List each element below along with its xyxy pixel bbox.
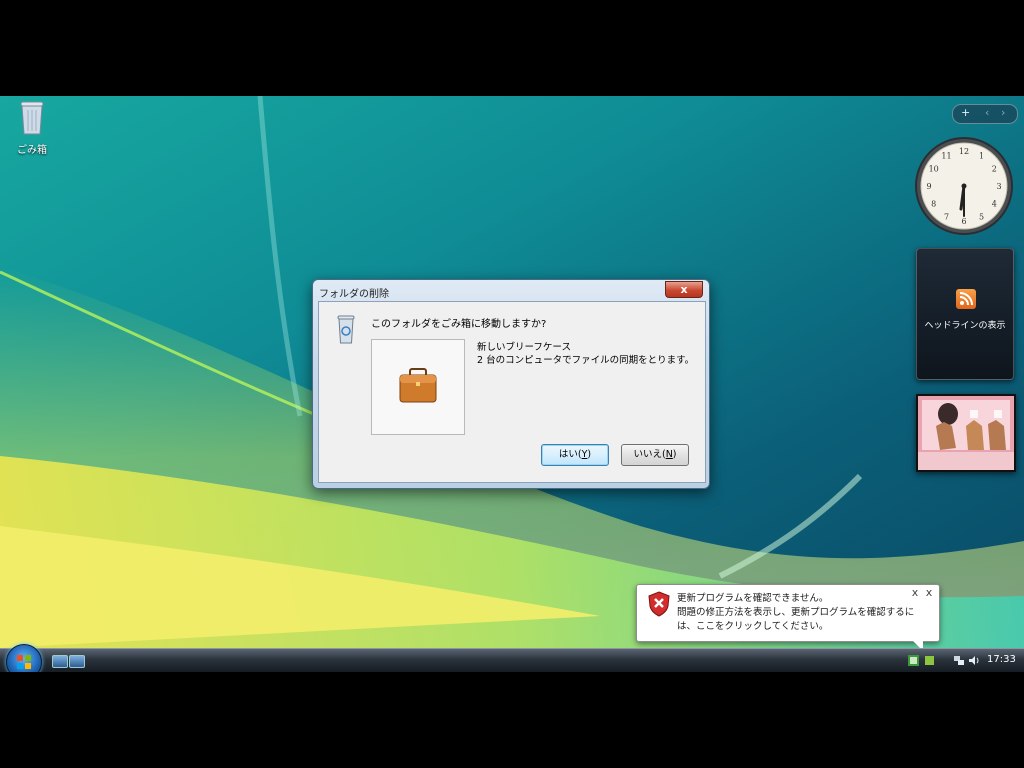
recycle-bin-label: ごみ箱 [17,145,47,156]
slideshow-picture [918,396,1014,470]
windows-logo-icon [17,655,31,669]
feed-gadget-label: ヘッドラインの表示 [924,321,1006,331]
network-icon[interactable] [954,655,965,666]
sidebar-controls: + ‹ › [952,104,1018,124]
briefcase-icon [399,368,437,403]
recycle-bin-icon [337,315,355,344]
notification-close-button[interactable]: x [909,587,921,599]
item-name: 新しいブリーフケース [477,342,571,353]
yes-button[interactable]: はい(Y) [541,444,609,466]
dialog-question: このフォルダをごみ箱に移動しますか? [371,319,547,330]
no-button[interactable]: いいえ(N) [621,444,689,466]
yes-button-label: はい( [558,449,582,460]
clock-numeral: 1 [979,152,984,161]
shield-error-icon [648,591,670,617]
clock-numeral: 7 [944,212,949,221]
yes-button-label-end: ) [587,449,592,460]
recycle-bin-icon [20,101,44,135]
clock-numeral: 2 [992,165,997,174]
clock-numeral: 11 [941,152,951,161]
notification-close-button-2[interactable]: x [923,587,935,599]
item-thumbnail [371,339,465,435]
show-desktop-icon[interactable] [52,655,68,668]
volume-icon[interactable] [968,655,979,666]
slideshow-gadget[interactable] [916,394,1016,472]
security-center-icon[interactable] [908,655,919,666]
item-description: 2 台のコンピュータでファイルの同期をとります。 [477,355,695,366]
clock-numeral: 8 [931,200,936,209]
system-tray: 17:33 [900,649,1024,672]
next-gadget-button[interactable]: › [1001,106,1005,120]
clock-numeral: 6 [961,217,966,226]
clock-numeral: 5 [979,212,984,221]
update-icon[interactable] [924,655,935,666]
rss-icon [956,289,976,309]
desktop-screen: ごみ箱 + ‹ › 12 1 2 3 4 5 6 7 8 9 10 11 ヘッドラインの表示 [0,96,1024,672]
add-gadget-button[interactable]: + [961,106,970,120]
clock-numeral: 4 [992,200,997,209]
dialog-close-button[interactable]: x [665,281,703,298]
taskbar-clock[interactable]: 17:33 [987,654,1016,665]
start-button[interactable] [6,644,42,672]
clock-numeral: 3 [996,182,1001,191]
no-button-label: いいえ( [633,449,666,460]
clock-numeral: 12 [959,147,969,156]
prev-gadget-button[interactable]: ‹ [985,106,989,120]
no-button-label-end: ) [672,449,677,460]
notification-line-1: 更新プログラムを確認できません。 [677,593,829,604]
update-notification[interactable]: 更新プログラムを確認できません。 問題の修正方法を表示し、更新プログラムを確認す… [636,584,940,651]
notification-line-3: は、ここをクリックしてください。 [677,621,829,632]
switch-windows-icon[interactable] [69,655,85,668]
clock-numeral: 9 [926,182,931,191]
taskbar: 17:33 [0,644,1024,672]
recycle-bin[interactable]: ごみ箱 [8,98,56,156]
no-button-accesskey: N [665,449,673,460]
dialog-body: このフォルダをごみ箱に移動しますか? 新しいブリーフケース 2 台のコンピュータ… [318,301,706,483]
dialog-title: フォルダの削除 [319,289,389,300]
clock-numeral: 10 [929,165,939,174]
delete-folder-dialog: フォルダの削除 x このフォルダをごみ箱に移動しますか? 新しいブリーフケース … [312,279,710,489]
feed-headlines-gadget[interactable]: ヘッドラインの表示 [916,248,1014,380]
notification-line-2: 問題の修正方法を表示し、更新プログラムを確認するに [677,607,915,618]
clock-gadget[interactable]: 12 12 3 45 6 789 1011 [914,136,1014,236]
